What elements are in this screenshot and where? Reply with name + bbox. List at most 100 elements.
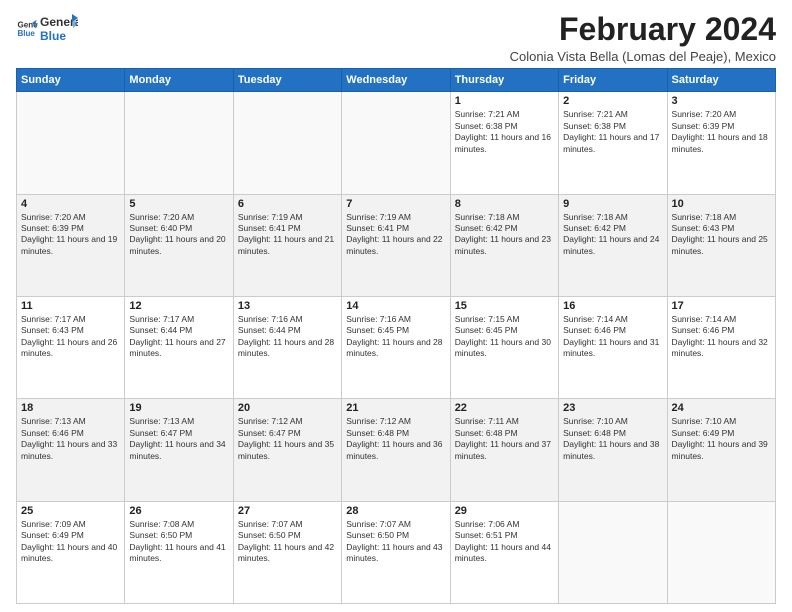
- calendar-header-row: Sunday Monday Tuesday Wednesday Thursday…: [17, 69, 776, 92]
- day-info: Sunrise: 7:16 AMSunset: 6:44 PMDaylight:…: [238, 314, 337, 360]
- day-number: 19: [129, 402, 228, 414]
- col-sunday: Sunday: [17, 69, 125, 92]
- table-row: 16 Sunrise: 7:14 AMSunset: 6:46 PMDayligh…: [559, 296, 667, 398]
- table-row: 1Sunrise: 7:21 AMSunset: 6:38 PMDaylight…: [450, 92, 558, 194]
- table-row: 5 Sunrise: 7:20 AMSunset: 6:40 PMDaylight…: [125, 194, 233, 296]
- day-info: Sunrise: 7:09 AMSunset: 6:49 PMDaylight:…: [21, 519, 120, 565]
- day-info: Sunrise: 7:06 AMSunset: 6:51 PMDaylight:…: [455, 519, 554, 565]
- day-number: 11: [21, 300, 120, 312]
- table-row: 28 Sunrise: 7:07 AMSunset: 6:50 PMDayligh…: [342, 501, 450, 603]
- table-row: 12 Sunrise: 7:17 AMSunset: 6:44 PMDayligh…: [125, 296, 233, 398]
- day-number: 1: [455, 95, 554, 107]
- table-row: 25 Sunrise: 7:09 AMSunset: 6:49 PMDayligh…: [17, 501, 125, 603]
- day-info: Sunrise: 7:07 AMSunset: 6:50 PMDaylight:…: [238, 519, 337, 565]
- table-row: 29 Sunrise: 7:06 AMSunset: 6:51 PMDayligh…: [450, 501, 558, 603]
- day-number: 29: [455, 505, 554, 517]
- table-row: 21Sunrise: 7:12 AMSunset: 6:48 PMDayligh…: [342, 399, 450, 501]
- week-row-3: 11 Sunrise: 7:17 AMSunset: 6:43 PMDayligh…: [17, 296, 776, 398]
- table-row: 18 Sunrise: 7:13 AMSunset: 6:46 PMDayligh…: [17, 399, 125, 501]
- col-monday: Monday: [125, 69, 233, 92]
- day-info: Sunrise: 7:07 AMSunset: 6:50 PMDaylight:…: [346, 519, 445, 565]
- day-number: 8: [455, 198, 554, 210]
- day-number: 28: [346, 505, 445, 517]
- main-title: February 2024: [510, 12, 776, 47]
- day-info: Sunrise: 7:18 AMSunset: 6:42 PMDaylight:…: [563, 212, 662, 258]
- day-info: Sunrise: 7:12 AMSunset: 6:47 PMDaylight:…: [238, 416, 337, 462]
- day-number: 15: [455, 300, 554, 312]
- week-row-4: 18 Sunrise: 7:13 AMSunset: 6:46 PMDayligh…: [17, 399, 776, 501]
- col-thursday: Thursday: [450, 69, 558, 92]
- table-row: 26 Sunrise: 7:08 AMSunset: 6:50 PMDayligh…: [125, 501, 233, 603]
- table-row: 9 Sunrise: 7:18 AMSunset: 6:42 PMDaylight…: [559, 194, 667, 296]
- week-row-5: 25 Sunrise: 7:09 AMSunset: 6:49 PMDayligh…: [17, 501, 776, 603]
- day-info: Sunrise: 7:15 AMSunset: 6:45 PMDaylight:…: [455, 314, 554, 360]
- day-number: 14: [346, 300, 445, 312]
- day-number: 10: [672, 198, 771, 210]
- table-row: 22 Sunrise: 7:11 AMSunset: 6:48 PMDayligh…: [450, 399, 558, 501]
- table-row: 4 Sunrise: 7:20 AMSunset: 6:39 PMDaylight…: [17, 194, 125, 296]
- table-row: 19 Sunrise: 7:13 AMSunset: 6:47 PMDayligh…: [125, 399, 233, 501]
- day-info: Sunrise: 7:13 AMSunset: 6:47 PMDaylight:…: [129, 416, 228, 462]
- day-number: 3: [672, 95, 771, 107]
- day-number: 13: [238, 300, 337, 312]
- day-number: 25: [21, 505, 120, 517]
- col-wednesday: Wednesday: [342, 69, 450, 92]
- day-info: Sunrise: 7:17 AMSunset: 6:44 PMDaylight:…: [129, 314, 228, 360]
- day-number: 26: [129, 505, 228, 517]
- day-number: 27: [238, 505, 337, 517]
- day-number: 18: [21, 402, 120, 414]
- day-info: Sunrise: 7:14 AMSunset: 6:46 PMDaylight:…: [563, 314, 662, 360]
- table-row: 20 Sunrise: 7:12 AMSunset: 6:47 PMDayligh…: [233, 399, 341, 501]
- day-number: 7: [346, 198, 445, 210]
- table-row: 8 Sunrise: 7:18 AMSunset: 6:42 PMDaylight…: [450, 194, 558, 296]
- day-info: Sunrise: 7:16 AMSunset: 6:45 PMDaylight:…: [346, 314, 445, 360]
- week-row-2: 4 Sunrise: 7:20 AMSunset: 6:39 PMDaylight…: [17, 194, 776, 296]
- table-row: 11 Sunrise: 7:17 AMSunset: 6:43 PMDayligh…: [17, 296, 125, 398]
- day-number: 4: [21, 198, 120, 210]
- table-row: 7 Sunrise: 7:19 AMSunset: 6:41 PMDaylight…: [342, 194, 450, 296]
- title-section: February 2024 Colonia Vista Bella (Lomas…: [510, 12, 776, 64]
- table-row: 14 Sunrise: 7:16 AMSunset: 6:45 PMDayligh…: [342, 296, 450, 398]
- day-info: Sunrise: 7:14 AMSunset: 6:46 PMDaylight:…: [672, 314, 771, 360]
- day-number: 20: [238, 402, 337, 414]
- day-number: 24: [672, 402, 771, 414]
- day-number: 17: [672, 300, 771, 312]
- day-number: 16: [563, 300, 662, 312]
- day-number: 23: [563, 402, 662, 414]
- logo-icon: General Blue: [16, 17, 38, 39]
- page: General Blue General Blue February 2024 …: [0, 0, 792, 612]
- table-row: [559, 501, 667, 603]
- calendar-table: Sunday Monday Tuesday Wednesday Thursday…: [16, 68, 776, 604]
- table-row: 17 Sunrise: 7:14 AMSunset: 6:46 PMDayligh…: [667, 296, 775, 398]
- day-info: Sunrise: 7:17 AMSunset: 6:43 PMDaylight:…: [21, 314, 120, 360]
- day-number: 6: [238, 198, 337, 210]
- day-info: Sunrise: 7:20 AMSunset: 6:39 PMDaylight:…: [21, 212, 120, 258]
- table-row: 2Sunrise: 7:21 AMSunset: 6:38 PMDaylight…: [559, 92, 667, 194]
- col-tuesday: Tuesday: [233, 69, 341, 92]
- table-row: 10Sunrise: 7:18 AMSunset: 6:43 PMDayligh…: [667, 194, 775, 296]
- table-row: 3 Sunrise: 7:20 AMSunset: 6:39 PMDaylight…: [667, 92, 775, 194]
- day-info: Sunrise: 7:21 AMSunset: 6:38 PMDaylight:…: [563, 109, 662, 155]
- logo: General Blue General Blue: [16, 12, 78, 44]
- week-row-1: 1 Sunrise: 7:21 AMSunset: 6:38 PMDaylight…: [17, 92, 776, 194]
- day-number: 22: [455, 402, 554, 414]
- header: General Blue General Blue February 2024 …: [16, 12, 776, 64]
- subtitle: Colonia Vista Bella (Lomas del Peaje), M…: [510, 49, 776, 64]
- day-number: 5: [129, 198, 228, 210]
- day-info: Sunrise: 7:11 AMSunset: 6:48 PMDaylight:…: [455, 416, 554, 462]
- day-number: 9: [563, 198, 662, 210]
- svg-text:Blue: Blue: [17, 29, 35, 38]
- day-info: Sunrise: 7:19 AMSunset: 6:41 PMDaylight:…: [346, 212, 445, 258]
- table-row: [233, 92, 341, 194]
- table-row: [125, 92, 233, 194]
- day-info: Sunrise: 7:20 AMSunset: 6:39 PMDaylight:…: [672, 109, 771, 155]
- day-info: Sunrise: 7:19 AMSunset: 6:41 PMDaylight:…: [238, 212, 337, 258]
- table-row: [17, 92, 125, 194]
- day-info: Sunrise: 7:18 AMSunset: 6:42 PMDaylight:…: [455, 212, 554, 258]
- table-row: 27 Sunrise: 7:07 AMSunset: 6:50 PMDayligh…: [233, 501, 341, 603]
- day-info: Sunrise: 7:08 AMSunset: 6:50 PMDaylight:…: [129, 519, 228, 565]
- day-info: Sunrise: 7:10 AMSunset: 6:49 PMDaylight:…: [672, 416, 771, 462]
- day-number: 12: [129, 300, 228, 312]
- day-info: Sunrise: 7:13 AMSunset: 6:46 PMDaylight:…: [21, 416, 120, 462]
- day-info: Sunrise: 7:20 AMSunset: 6:40 PMDaylight:…: [129, 212, 228, 258]
